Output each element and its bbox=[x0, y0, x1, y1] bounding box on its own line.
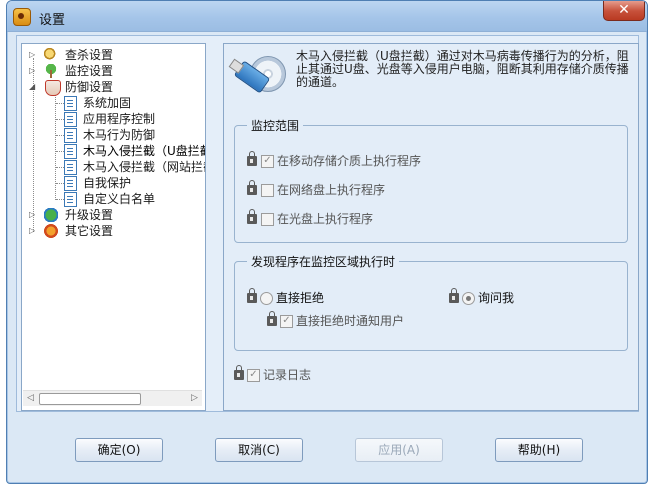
settings-window: 设置 ✕ ▷ 查杀设置 ▷ 监控设置 ◢ 防御设置 系统加固 应用程序控制 木马… bbox=[6, 0, 648, 484]
settings-panel: 木马入侵拦截（U盘拦截）通过对木马病毒传播行为的分析，阻止其通过U盘、光盘等入侵… bbox=[223, 43, 639, 411]
expand-icon[interactable]: ▷ bbox=[29, 50, 37, 60]
lock-icon bbox=[234, 365, 244, 380]
action-group-title: 发现程序在监控区域执行时 bbox=[247, 253, 400, 270]
lock-icon bbox=[247, 151, 257, 166]
app-logo-icon bbox=[13, 8, 31, 26]
lock-icon bbox=[449, 288, 459, 303]
window-title: 设置 bbox=[39, 13, 66, 28]
close-button[interactable]: ✕ bbox=[603, 1, 645, 21]
collapse-icon[interactable]: ◢ bbox=[29, 82, 37, 92]
title-bar: 设置 ✕ bbox=[7, 1, 647, 32]
checkbox-record-log[interactable]: ✓ bbox=[247, 369, 260, 382]
shield-icon bbox=[45, 80, 61, 96]
ok-button[interactable]: 确定(O) bbox=[75, 438, 163, 462]
option-optical-disc[interactable]: 在光盘上执行程序 bbox=[247, 209, 547, 227]
tree-item-label: 自我保护 bbox=[83, 176, 132, 190]
expand-icon[interactable]: ▷ bbox=[29, 226, 37, 236]
tree-item-label: 系统加固 bbox=[83, 96, 132, 110]
page-icon bbox=[64, 160, 77, 175]
tree-item-label: 防御设置 bbox=[65, 80, 114, 94]
page-icon bbox=[64, 176, 77, 191]
radio-option-reject[interactable]: 直接拒绝 bbox=[247, 288, 367, 306]
option-label: 在移动存储介质上执行程序 bbox=[277, 154, 422, 168]
option-label: 在网络盘上执行程序 bbox=[277, 183, 386, 197]
tree-item-label: 查杀设置 bbox=[65, 48, 114, 62]
option-record-log[interactable]: ✓ 记录日志 bbox=[234, 365, 354, 383]
tree-item-label: 木马行为防御 bbox=[83, 128, 156, 142]
umbrella-icon bbox=[44, 64, 58, 78]
lock-icon bbox=[247, 288, 257, 303]
scan-settings-icon bbox=[44, 48, 58, 62]
monitor-scope-group: 监控范围 ✓ 在移动存储介质上执行程序 在网络盘上执行程序 在光盘上执行程序 bbox=[234, 117, 628, 243]
lock-icon bbox=[267, 311, 277, 326]
page-icon bbox=[64, 144, 77, 159]
radio-ask[interactable] bbox=[462, 292, 475, 305]
tree-item-label: 木马入侵拦截（U盘拦截） bbox=[83, 144, 205, 158]
radio-reject[interactable] bbox=[260, 292, 273, 305]
option-label: 记录日志 bbox=[263, 368, 312, 382]
option-label: 在光盘上执行程序 bbox=[277, 212, 374, 226]
lock-icon bbox=[247, 209, 257, 224]
scroll-thumb[interactable] bbox=[39, 393, 141, 405]
page-icon bbox=[64, 192, 77, 207]
option-label: 直接拒绝时通知用户 bbox=[296, 314, 405, 328]
checkbox-notify-user[interactable]: ✓ bbox=[280, 315, 293, 328]
apply-button[interactable]: 应用(A) bbox=[355, 438, 443, 462]
action-group: 发现程序在监控区域执行时 直接拒绝 询问我 ✓ 直接拒绝时通知用户 bbox=[234, 253, 628, 351]
option-label: 询问我 bbox=[478, 291, 515, 305]
expand-icon[interactable]: ▷ bbox=[29, 66, 37, 76]
radio-option-ask[interactable]: 询问我 bbox=[449, 288, 569, 306]
option-network-drive[interactable]: 在网络盘上执行程序 bbox=[247, 180, 547, 198]
scroll-right-icon[interactable]: ▷ bbox=[188, 392, 201, 405]
monitor-scope-title: 监控范围 bbox=[247, 117, 304, 134]
usb-disc-icon bbox=[232, 54, 286, 100]
checkbox-removable-media[interactable]: ✓ bbox=[261, 155, 274, 168]
tree-item-label: 监控设置 bbox=[65, 64, 114, 78]
cancel-button[interactable]: 取消(C) bbox=[215, 438, 303, 462]
page-icon bbox=[64, 96, 77, 111]
help-button[interactable]: 帮助(H) bbox=[495, 438, 583, 462]
tree-item-label: 应用程序控制 bbox=[83, 112, 156, 126]
tree-item-label: 自定义白名单 bbox=[83, 192, 156, 206]
lock-icon bbox=[247, 180, 257, 195]
option-removable-media[interactable]: ✓ 在移动存储介质上执行程序 bbox=[247, 151, 547, 169]
expand-icon[interactable]: ▷ bbox=[29, 210, 37, 220]
scroll-left-icon[interactable]: ◁ bbox=[24, 392, 37, 405]
checkbox-optical-disc[interactable] bbox=[261, 213, 274, 226]
checkbox-network-drive[interactable] bbox=[261, 184, 274, 197]
page-icon bbox=[64, 128, 77, 143]
option-label: 直接拒绝 bbox=[276, 291, 325, 305]
tree-item-label: 其它设置 bbox=[65, 224, 114, 238]
page-icon bbox=[64, 112, 77, 127]
other-settings-icon bbox=[44, 224, 58, 238]
settings-tree: ▷ 查杀设置 ▷ 监控设置 ◢ 防御设置 系统加固 应用程序控制 木马行为防御 bbox=[21, 43, 206, 411]
upgrade-icon bbox=[44, 208, 58, 222]
tree-item-label: 木马入侵拦截（网站拦截） bbox=[83, 160, 205, 174]
option-notify-user[interactable]: ✓ 直接拒绝时通知用户 bbox=[267, 311, 467, 329]
panel-description: 木马入侵拦截（U盘拦截）通过对木马病毒传播行为的分析，阻止其通过U盘、光盘等入侵… bbox=[296, 49, 629, 89]
tree-item-label: 升级设置 bbox=[65, 208, 114, 222]
tree-horizontal-scrollbar[interactable]: ◁ ▷ bbox=[23, 390, 202, 406]
